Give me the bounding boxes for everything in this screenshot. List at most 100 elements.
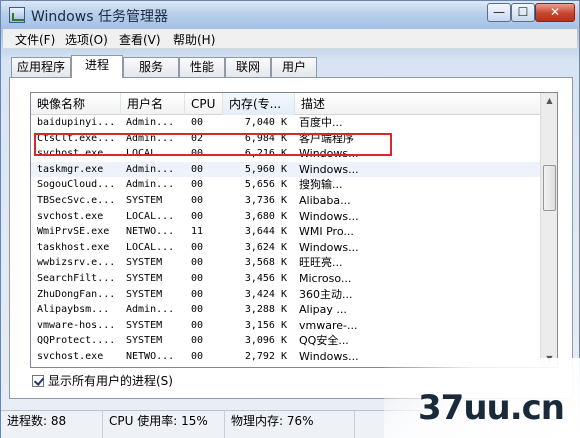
process-description: Alibaba... xyxy=(299,193,351,207)
process-name: svchost.exe xyxy=(37,210,104,222)
process-user: NETWO... xyxy=(126,226,175,238)
process-description: 360主动... xyxy=(299,287,353,301)
process-memory: 2,792 K xyxy=(244,350,287,362)
table-row[interactable]: Alipaybsm... Admin... 00 3,288 K Alipay ... xyxy=(31,302,541,318)
process-memory: 3,288 K xyxy=(244,304,287,316)
process-name: CtsClt.exe... xyxy=(37,132,116,144)
process-cpu: 00 xyxy=(191,148,204,160)
process-user: SYSTEM xyxy=(126,257,163,269)
process-memory: 3,456 K xyxy=(244,272,287,284)
table-row[interactable]: baidupinyi... Admin... 00 7,040 K 百度中... xyxy=(31,115,541,131)
process-memory: 5,656 K xyxy=(244,179,287,191)
table-row[interactable]: wwbizsrv.e... SYSTEM 00 3,568 K 旺旺亮... xyxy=(31,255,541,271)
scroll-up-icon[interactable]: ▲ xyxy=(542,93,557,109)
column-cpu[interactable]: CPU xyxy=(185,93,223,115)
process-description: Alipay ... xyxy=(299,303,347,317)
menu-view[interactable]: 查看(V) xyxy=(119,31,161,48)
table-row[interactable]: svchost.exe LOCAL... 00 3,680 K Windows... xyxy=(31,209,541,225)
column-header: 映像名称 用户名 CPU 内存(专... 描述 xyxy=(31,93,541,115)
process-name: taskhost.exe xyxy=(37,241,110,253)
process-user: LOCAL... xyxy=(126,241,175,253)
process-list[interactable]: 映像名称 用户名 CPU 内存(专... 描述 baidupinyi... Adm… xyxy=(30,92,558,368)
process-memory: 3,644 K xyxy=(244,226,287,238)
table-row[interactable]: QQProtect.... SYSTEM 00 3,096 K QQ安全... xyxy=(31,333,541,349)
process-name: wwbizsrv.e... xyxy=(37,257,116,269)
table-row[interactable]: SogouCloud... Admin... 00 5,656 K 搜狗输... xyxy=(31,177,541,193)
window-title: Windows 任务管理器 xyxy=(31,9,168,25)
vertical-scrollbar[interactable]: ▲ ▼ xyxy=(540,93,557,367)
tab-users[interactable]: 用户 xyxy=(271,57,317,77)
menu-file[interactable]: 文件(F) xyxy=(15,31,55,48)
table-row-selected[interactable]: taskmgr.exe Admin... 00 5,960 K Windows... xyxy=(31,161,541,178)
process-name: Alipaybsm... xyxy=(37,304,110,316)
process-cpu: 00 xyxy=(191,210,204,222)
process-memory: 6,216 K xyxy=(244,148,287,160)
column-memory[interactable]: 内存(专... xyxy=(223,93,295,115)
maximize-button[interactable]: ☐ xyxy=(511,3,535,22)
tab-strip: 应用程序 进程 服务 性能 联网 用户 xyxy=(11,55,571,78)
column-description[interactable]: 描述 xyxy=(295,93,541,115)
process-cpu: 00 xyxy=(191,194,204,206)
menu-bar: 文件(F) 选项(O) 查看(V) 帮助(H) xyxy=(3,29,577,49)
column-image-name[interactable]: 映像名称 xyxy=(31,93,121,115)
menu-options[interactable]: 选项(O) xyxy=(65,31,108,48)
table-row[interactable]: WmiPrvSE.exe NETWO... 11 3,644 K WMI Pro... xyxy=(31,224,541,240)
process-description: Windows... xyxy=(299,162,359,176)
process-cpu: 00 xyxy=(191,319,204,331)
process-user: SYSTEM xyxy=(126,272,163,284)
tab-networking[interactable]: 联网 xyxy=(225,57,271,77)
process-cpu: 00 xyxy=(191,304,204,316)
show-all-users-label: 显示所有用户的进程(S) xyxy=(48,374,173,388)
process-name: QQProtect.... xyxy=(37,335,116,347)
minimize-button[interactable]: — xyxy=(487,3,511,22)
process-memory: 3,096 K xyxy=(244,335,287,347)
process-user: LOCAL... xyxy=(126,148,175,160)
process-description: 客户端程序 xyxy=(299,131,354,145)
process-name: WmiPrvSE.exe xyxy=(37,226,110,238)
process-description: Windows... xyxy=(299,240,359,254)
process-cpu: 00 xyxy=(191,288,204,300)
process-name: svchost.exe xyxy=(37,148,104,160)
scroll-thumb[interactable] xyxy=(543,165,556,211)
process-cpu: 00 xyxy=(191,335,204,347)
process-user: Admin... xyxy=(126,163,175,175)
process-user: LOCAL... xyxy=(126,210,175,222)
process-user: Admin... xyxy=(126,132,175,144)
process-description: Windows... xyxy=(299,209,359,223)
column-user-name[interactable]: 用户名 xyxy=(121,93,185,115)
process-cpu: 00 xyxy=(191,179,204,191)
process-name: SogouCloud... xyxy=(37,179,116,191)
process-name: vmware-hos... xyxy=(37,319,116,331)
status-process-count: 进程数: 88 xyxy=(1,411,103,438)
process-memory: 6,984 K xyxy=(244,132,287,144)
table-row[interactable]: ZhuDongFan... SYSTEM 00 3,424 K 360主动... xyxy=(31,287,541,303)
title-bar[interactable]: Windows 任务管理器 — ☐ ✕ xyxy=(1,1,579,29)
tab-services[interactable]: 服务 xyxy=(123,57,179,77)
process-name: svchost.exe xyxy=(37,350,104,362)
process-description: Windows... xyxy=(299,349,359,363)
status-physical-memory: 物理内存: 76% xyxy=(225,411,355,438)
process-cpu: 02 xyxy=(191,132,204,144)
tab-processes[interactable]: 进程 xyxy=(71,55,123,78)
tab-applications[interactable]: 应用程序 xyxy=(11,57,71,77)
table-row[interactable]: TBSecSvc.e... SYSTEM 00 3,736 K Alibaba... xyxy=(31,193,541,209)
table-row[interactable]: vmware-hos... SYSTEM 00 3,156 K vmware-... xyxy=(31,318,541,334)
close-button[interactable]: ✕ xyxy=(535,3,575,22)
table-row[interactable]: SearchFilt... SYSTEM 00 3,456 K Microso... xyxy=(31,271,541,287)
menu-help[interactable]: 帮助(H) xyxy=(173,31,215,48)
table-row[interactable]: taskhost.exe LOCAL... 00 3,624 K Windows... xyxy=(31,240,541,256)
show-all-users-checkbox[interactable] xyxy=(32,375,44,387)
process-user: SYSTEM xyxy=(126,288,163,300)
process-description: 百度中... xyxy=(299,116,343,129)
show-all-users-option[interactable]: 显示所有用户的进程(S) xyxy=(32,372,173,389)
process-memory: 5,960 K xyxy=(244,163,287,175)
process-name: SearchFilt... xyxy=(37,272,116,284)
table-row[interactable]: svchost.exe LOCAL... 00 6,216 K Windows... xyxy=(31,146,541,162)
table-row[interactable]: CtsClt.exe... Admin... 02 6,984 K 客户端程序 xyxy=(31,131,541,147)
process-memory: 3,680 K xyxy=(244,210,287,222)
processes-panel: 映像名称 用户名 CPU 内存(专... 描述 baidupinyi... Adm… xyxy=(9,77,573,399)
process-memory: 3,568 K xyxy=(244,257,287,269)
process-cpu: 00 xyxy=(191,117,204,128)
process-memory: 3,624 K xyxy=(244,241,287,253)
tab-performance[interactable]: 性能 xyxy=(179,57,225,77)
